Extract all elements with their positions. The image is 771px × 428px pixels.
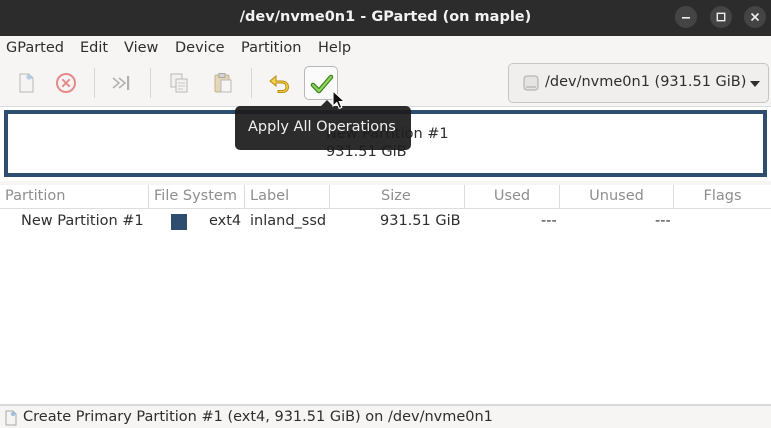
table-row[interactable]: New Partition #1 ext4 inland_ssd 931.51 … bbox=[0, 210, 771, 234]
cell-unused: --- bbox=[655, 213, 671, 229]
harddisk-icon bbox=[523, 75, 539, 91]
minimize-button[interactable] bbox=[675, 6, 697, 28]
mouse-cursor-icon bbox=[332, 90, 346, 110]
window-title: /dev/nvme0n1 - GParted (on maple) bbox=[239, 9, 532, 25]
menu-gparted[interactable]: GParted bbox=[6, 40, 64, 56]
undo-icon bbox=[269, 74, 290, 93]
pending-operation-text: Create Primary Partition #1 (ext4, 931.5… bbox=[23, 409, 493, 425]
menu-device[interactable]: Device bbox=[175, 40, 225, 56]
menu-edit[interactable]: Edit bbox=[80, 40, 108, 56]
cell-used: --- bbox=[541, 213, 557, 229]
copy-button[interactable] bbox=[162, 66, 196, 100]
paste-button[interactable] bbox=[206, 66, 240, 100]
toolbar-separator bbox=[150, 68, 151, 98]
toolbar-separator bbox=[94, 68, 95, 98]
device-selector[interactable]: /dev/nvme0n1 (931.51 GiB) bbox=[508, 63, 769, 103]
title-bar: /dev/nvme0n1 - GParted (on maple) bbox=[0, 0, 771, 36]
close-button[interactable] bbox=[744, 6, 766, 28]
cell-size: 931.51 GiB bbox=[380, 213, 461, 229]
resize-move-icon bbox=[112, 76, 130, 90]
column-header-used[interactable]: Used bbox=[465, 185, 560, 209]
paste-icon bbox=[214, 73, 232, 93]
new-partition-button[interactable] bbox=[9, 66, 43, 100]
column-header-label[interactable]: Label bbox=[245, 185, 330, 209]
apply-icon bbox=[310, 74, 334, 94]
maximize-icon bbox=[716, 12, 726, 22]
menu-partition[interactable]: Partition bbox=[241, 40, 301, 56]
column-header-flags[interactable]: Flags bbox=[674, 185, 771, 209]
column-header-file-system[interactable]: File System bbox=[149, 185, 245, 209]
undo-button[interactable] bbox=[262, 66, 296, 100]
maximize-button[interactable] bbox=[710, 6, 732, 28]
pending-operation-icon bbox=[5, 410, 17, 426]
partition-table-header: Partition File System Label Size Used Un… bbox=[0, 185, 771, 209]
cell-label: inland_ssd bbox=[250, 213, 327, 229]
minimize-icon bbox=[682, 17, 690, 19]
file-system-color-swatch bbox=[171, 214, 187, 230]
new-icon bbox=[19, 73, 34, 93]
column-header-size[interactable]: Size bbox=[330, 185, 465, 209]
resize-move-button[interactable] bbox=[105, 66, 139, 100]
column-header-unused[interactable]: Unused bbox=[560, 185, 674, 209]
status-bar: Create Primary Partition #1 (ext4, 931.5… bbox=[0, 404, 771, 428]
device-selector-label: /dev/nvme0n1 (931.51 GiB) bbox=[545, 74, 747, 90]
menu-help[interactable]: Help bbox=[318, 40, 351, 56]
menu-bar: GParted Edit View Device Partition Help bbox=[0, 36, 771, 61]
chevron-down-icon bbox=[750, 81, 760, 87]
apply-tooltip-text: Apply All Operations bbox=[248, 119, 396, 135]
apply-tooltip: Apply All Operations bbox=[235, 106, 411, 150]
menu-view[interactable]: View bbox=[124, 40, 158, 56]
copy-icon bbox=[170, 73, 188, 93]
toolbar-separator bbox=[251, 68, 252, 98]
column-header-partition[interactable]: Partition bbox=[0, 185, 149, 209]
cell-partition: New Partition #1 bbox=[21, 213, 144, 229]
delete-partition-button[interactable] bbox=[49, 66, 83, 100]
delete-icon bbox=[56, 73, 76, 93]
cell-file-system: ext4 bbox=[209, 213, 242, 229]
close-icon bbox=[750, 12, 760, 22]
